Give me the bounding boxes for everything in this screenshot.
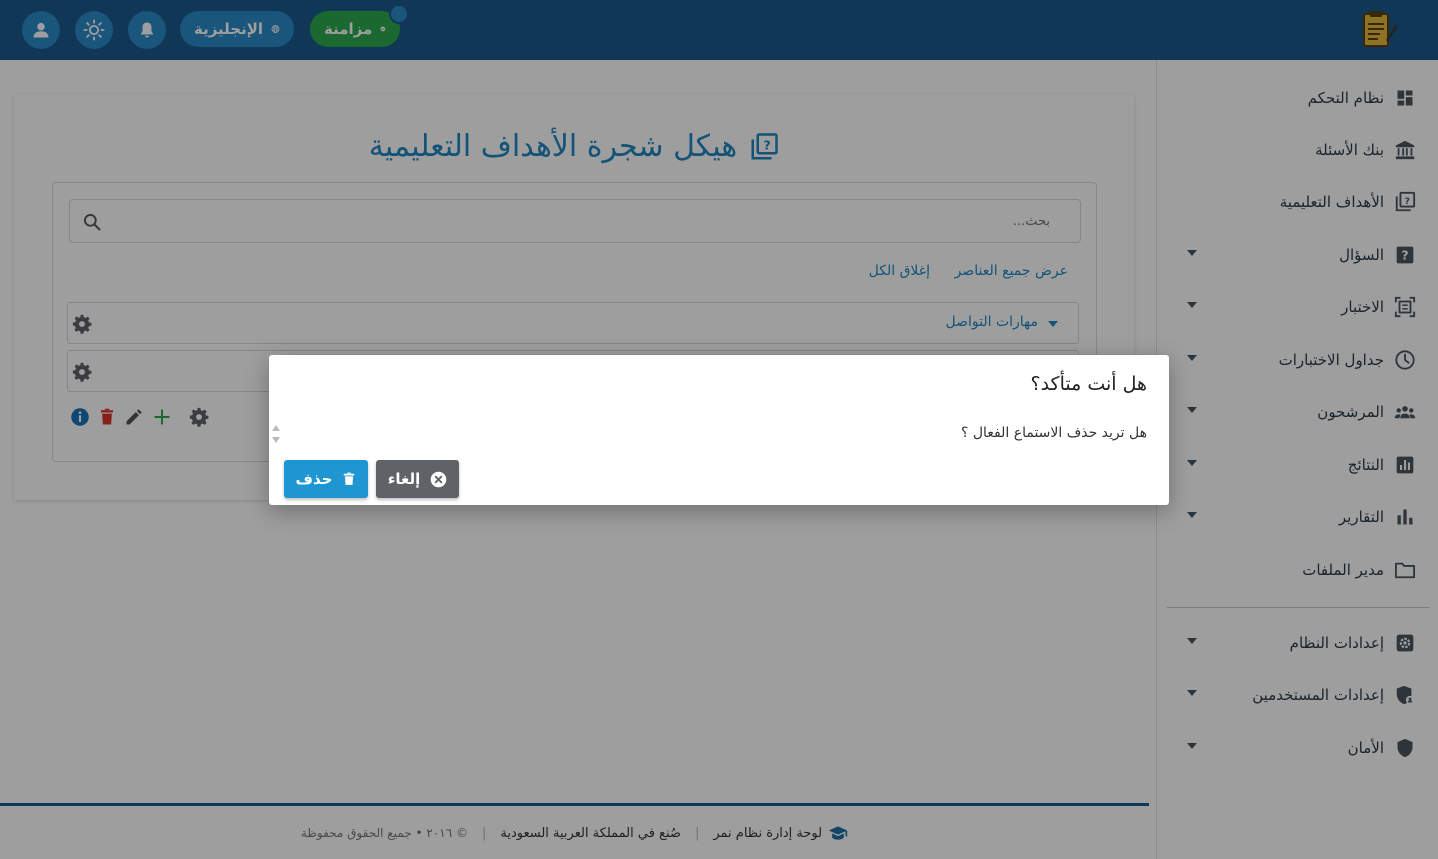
trash-icon (344, 472, 355, 485)
scroll-arrows-icon[interactable] (271, 423, 281, 445)
close-circle-icon (430, 471, 447, 487)
cancel-button[interactable]: إلغاء (376, 460, 459, 498)
delete-button[interactable]: حذف (284, 460, 368, 498)
dialog-title: هل أنت متأكد؟ (1030, 373, 1147, 395)
cancel-label: إلغاء (387, 470, 421, 488)
confirm-delete-dialog: هل أنت متأكد؟ هل تريد حذف الاستماع الفعا… (269, 355, 1169, 505)
delete-label: حذف (295, 470, 333, 488)
dialog-message: هل تريد حذف الاستماع الفعال ؟ (960, 425, 1147, 441)
